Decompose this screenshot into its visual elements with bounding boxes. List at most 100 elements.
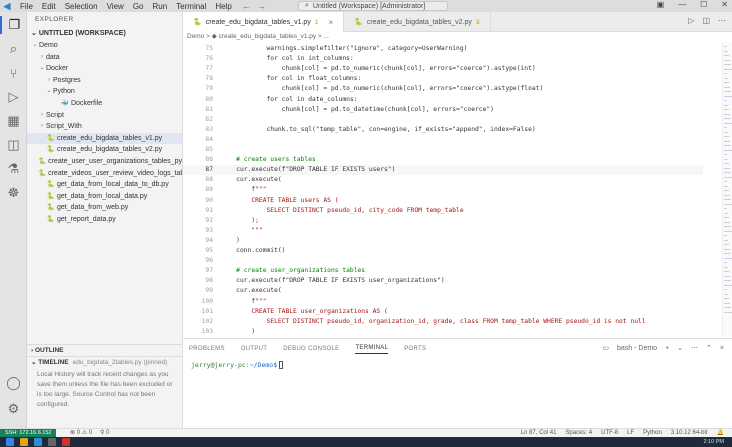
- tab-problems[interactable]: PROBLEMS: [189, 346, 225, 352]
- new-terminal-icon[interactable]: +: [665, 345, 669, 352]
- app-taskbar-icon[interactable]: [62, 438, 70, 446]
- code-line[interactable]: 86 # create users tables: [183, 155, 703, 165]
- code-line[interactable]: 99 cur.execute(: [183, 286, 703, 296]
- code-line[interactable]: 81 chunk[col] = pd.to_datetime(chunk[col…: [183, 105, 703, 115]
- code-line[interactable]: 80 for col in date_columns:: [183, 95, 703, 105]
- code-line[interactable]: 79 chunk[col] = pd.to_numeric(chunk[col]…: [183, 84, 703, 94]
- menu-view[interactable]: View: [107, 2, 124, 11]
- outline-section[interactable]: › OUTLINE: [27, 344, 182, 356]
- more-actions-icon[interactable]: ⋯: [718, 16, 726, 25]
- code-line[interactable]: 102 SELECT DISTINCT pseudo_id, organizat…: [183, 317, 703, 327]
- split-editor-icon[interactable]: ◫: [702, 16, 710, 25]
- menu-selection[interactable]: Selection: [65, 2, 98, 11]
- code-line[interactable]: 91 SELECT DISTINCT pseudo_id, city_code …: [183, 206, 703, 216]
- code-line[interactable]: 78 for col in float_columns:: [183, 74, 703, 84]
- close-panel-icon[interactable]: ×: [720, 345, 724, 352]
- timeline-section[interactable]: ⌄ TIMELINE edu_bigdata_2tables.py (pinned…: [27, 356, 182, 368]
- tree-item[interactable]: ⌄ Demo: [27, 40, 182, 52]
- file-manager-icon[interactable]: [20, 438, 28, 446]
- tree-item[interactable]: 🐍 get_report_data.py: [27, 214, 182, 226]
- extensions-icon[interactable]: ▦: [0, 112, 27, 130]
- tree-item[interactable]: 🐳 Dockerfile: [27, 98, 182, 110]
- menu-terminal[interactable]: Terminal: [176, 2, 206, 11]
- code-line[interactable]: 92 );: [183, 216, 703, 226]
- menu-help[interactable]: Help: [215, 2, 231, 11]
- tree-item[interactable]: › data: [27, 52, 182, 64]
- close-icon[interactable]: ×: [328, 18, 333, 27]
- run-icon[interactable]: ▷: [688, 16, 694, 25]
- code-line[interactable]: 84: [183, 135, 703, 145]
- code-line[interactable]: 77 chunk[col] = pd.to_numeric(chunk[col]…: [183, 64, 703, 74]
- tree-item[interactable]: ⌄ Python: [27, 86, 182, 98]
- remote-explorer-icon[interactable]: ◫: [0, 136, 27, 154]
- docker-icon[interactable]: ☸: [0, 184, 27, 202]
- tree-item[interactable]: › Script_With: [27, 121, 182, 133]
- search-icon[interactable]: ⌕: [0, 40, 27, 58]
- code-line[interactable]: 83 chunk.to_sql("temp_table", con=engine…: [183, 125, 703, 135]
- tree-item[interactable]: 🐍 get_data_from_local_data.py: [27, 191, 182, 203]
- chevron-down-icon[interactable]: ⌄: [677, 344, 683, 352]
- tree-item[interactable]: ⌄ Docker: [27, 63, 182, 75]
- manage-gear-icon[interactable]: ⚙: [0, 400, 27, 418]
- code-line[interactable]: 90 CREATE TABLE users AS (: [183, 196, 703, 206]
- menu-go[interactable]: Go: [133, 2, 144, 11]
- testing-icon[interactable]: ⚗: [0, 160, 27, 178]
- code-line[interactable]: 96: [183, 256, 703, 266]
- back-arrow-icon[interactable]: ←: [242, 1, 251, 11]
- menu-edit[interactable]: Edit: [42, 2, 56, 11]
- code-line[interactable]: 85: [183, 145, 703, 155]
- menu-run[interactable]: Run: [152, 2, 167, 11]
- tree-item[interactable]: 🐍 create_edu_bigdata_tables_v2.py: [27, 144, 182, 156]
- more-actions-icon[interactable]: ⋯: [691, 344, 698, 352]
- tab-terminal[interactable]: TERMINAL: [355, 345, 389, 354]
- tree-item[interactable]: 🐍 get_data_from_local_data_to_db.py: [27, 179, 182, 191]
- forward-arrow-icon[interactable]: →: [257, 1, 266, 11]
- tree-item[interactable]: 🐍 create_edu_bigdata_tables_v1.py: [27, 132, 182, 145]
- minimap[interactable]: [722, 42, 732, 338]
- tab-create-edu-bigdata-tables-v2[interactable]: 🐍 create_edu_bigdata_tables_v2.py 3: [344, 12, 491, 32]
- code-line[interactable]: 94 ): [183, 236, 703, 246]
- tree-item[interactable]: 🐍 create_user_user_organizations_tables_p…: [27, 156, 182, 168]
- vscode-taskbar-icon[interactable]: [34, 438, 42, 446]
- code-line[interactable]: 93 """: [183, 226, 703, 236]
- tree-item[interactable]: › Postgres: [27, 75, 182, 87]
- code-line[interactable]: 75 warnings.simplefilter("ignore", categ…: [183, 44, 703, 54]
- command-center-search[interactable]: ⌕ Untitled (Workspace) [Administrator]: [298, 1, 448, 11]
- menu-file[interactable]: File: [20, 2, 33, 11]
- tab-ports[interactable]: PORTS: [404, 346, 426, 352]
- account-icon[interactable]: ◯: [0, 374, 27, 392]
- layout-icon[interactable]: ▣: [657, 0, 665, 9]
- code-editor[interactable]: 75 warnings.simplefilter("ignore", categ…: [183, 42, 732, 338]
- code-line[interactable]: 87 cur.execute(f"DROP TABLE IF EXISTS us…: [183, 165, 703, 176]
- minimize-button[interactable]: —: [678, 0, 686, 9]
- source-control-icon[interactable]: ⑂: [0, 64, 27, 82]
- start-icon[interactable]: [6, 438, 14, 446]
- run-debug-icon[interactable]: ▷: [0, 88, 27, 106]
- close-button[interactable]: ✕: [721, 0, 728, 9]
- workspace-folder[interactable]: ⌄ UNTITLED (WORKSPACE): [27, 28, 182, 40]
- code-line[interactable]: 88 cur.execute(: [183, 175, 703, 185]
- tree-item[interactable]: 🐍 get_data_from_web.py: [27, 202, 182, 214]
- terminal-cursor: [279, 361, 284, 369]
- tab-output[interactable]: OUTPUT: [241, 346, 267, 352]
- code-line[interactable]: 89 f""": [183, 185, 703, 195]
- files-icon[interactable]: ❐: [0, 16, 27, 34]
- tree-item[interactable]: 🐍 create_videos_user_review_video_logs_ta…: [27, 168, 182, 180]
- terminal-shell-label[interactable]: bash - Demo: [617, 345, 657, 352]
- tree-item[interactable]: › Script: [27, 110, 182, 122]
- maximize-panel-icon[interactable]: ⌃: [706, 344, 712, 352]
- maximize-button[interactable]: ☐: [700, 0, 707, 9]
- code-line[interactable]: 98 cur.execute(f"DROP TABLE IF EXISTS us…: [183, 276, 703, 286]
- code-line[interactable]: 97 # create user_organizations tables: [183, 266, 703, 276]
- tab-create-edu-bigdata-tables-v1[interactable]: 🐍 create_edu_bigdata_tables_v1.py 1 ×: [183, 12, 345, 32]
- code-line[interactable]: 100 f""": [183, 297, 703, 307]
- breadcrumb[interactable]: Demo > ◆ create_edu_bigdata_tables_v1.py…: [183, 32, 732, 42]
- terminal-taskbar-icon[interactable]: [48, 438, 56, 446]
- code-line[interactable]: 76 for col in int_columns:: [183, 54, 703, 64]
- tab-debug-console[interactable]: DEBUG CONSOLE: [283, 346, 339, 352]
- code-line[interactable]: 103 ): [183, 327, 703, 337]
- code-line[interactable]: 95 conn.commit(): [183, 246, 703, 256]
- code-line[interactable]: 101 CREATE TABLE user_organizations AS (: [183, 307, 703, 317]
- terminal-output[interactable]: jerry@jerry-pc:~/Demo$: [191, 361, 284, 369]
- code-line[interactable]: 82: [183, 115, 703, 125]
